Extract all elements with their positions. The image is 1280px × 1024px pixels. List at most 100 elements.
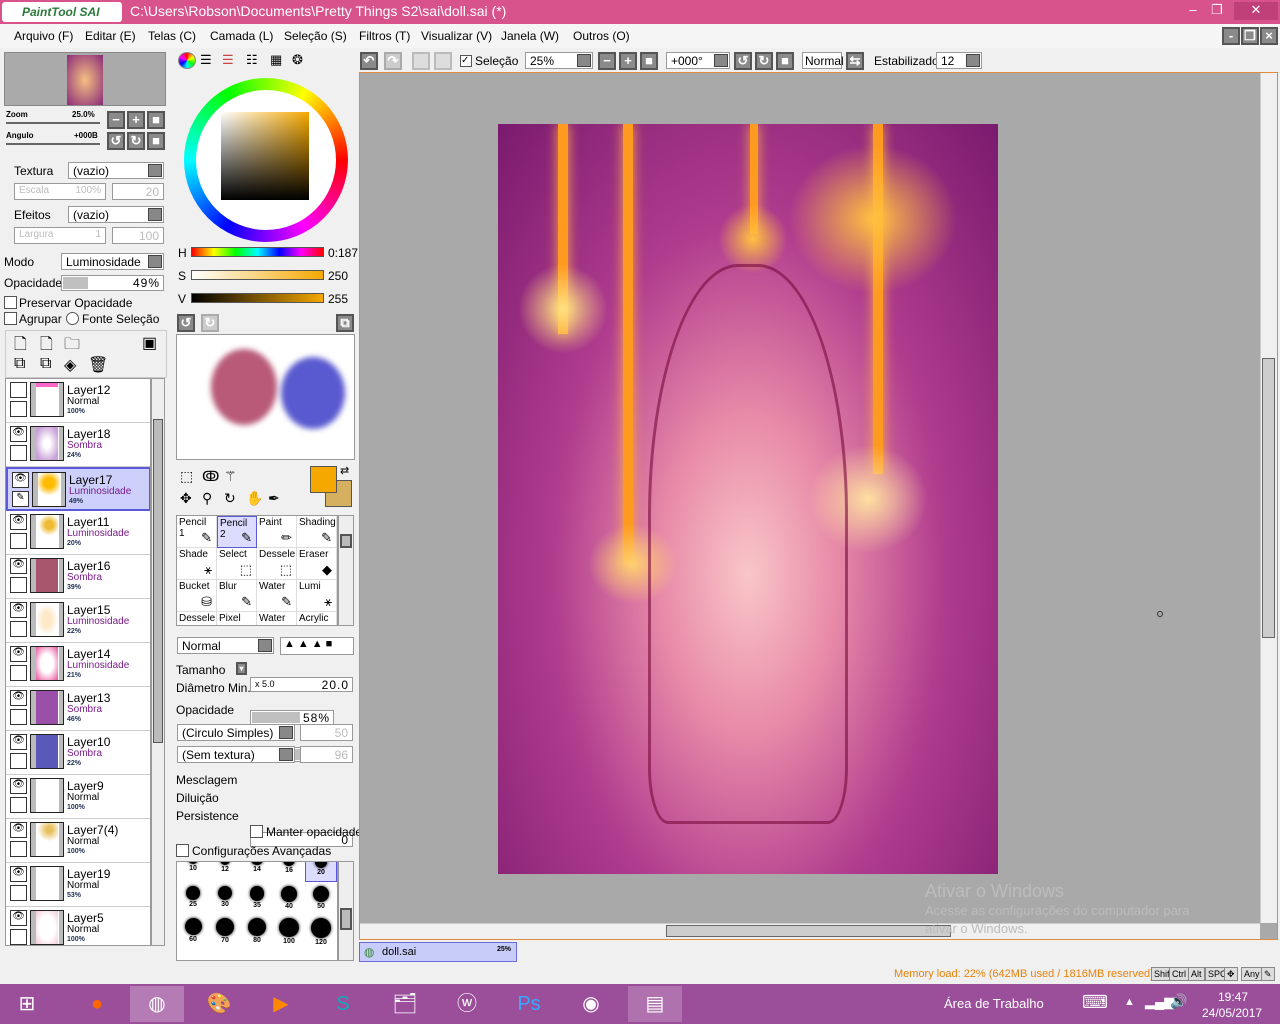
- layer-lock-toggle[interactable]: [10, 665, 27, 681]
- layer-lock-toggle[interactable]: [10, 753, 27, 769]
- navigator-preview[interactable]: [4, 52, 166, 106]
- delete-layer-icon[interactable]: 🗑: [88, 355, 108, 375]
- undo-button[interactable]: ↶: [360, 52, 378, 70]
- color-wheel[interactable]: [184, 78, 348, 242]
- visibility-eye-icon[interactable]: 👁: [10, 734, 27, 750]
- brush-size-preset[interactable]: 12: [209, 862, 241, 882]
- swatches-tab-icon[interactable]: ☷: [246, 52, 258, 68]
- flip-button[interactable]: ⇆: [846, 52, 864, 70]
- zoom-out-button[interactable]: −: [107, 111, 125, 129]
- visibility-eye-icon[interactable]: 👁: [10, 910, 27, 926]
- brush-texture-strength[interactable]: 96: [300, 746, 353, 763]
- brush-size-preset[interactable]: 40: [273, 882, 305, 914]
- magic-wand-icon[interactable]: ⚚: [224, 468, 237, 485]
- visibility-eye-icon[interactable]: 👁: [10, 866, 27, 882]
- brush-shape-select[interactable]: (Circulo Simples): [177, 724, 295, 741]
- modifier-key-4[interactable]: ✥: [1224, 967, 1238, 981]
- saturation-value-square[interactable]: [221, 112, 309, 200]
- menu-filters[interactable]: Filtros (T): [359, 29, 410, 43]
- menu-canvas[interactable]: Telas (C): [148, 29, 196, 43]
- brush-blend-select[interactable]: Normal: [177, 637, 274, 654]
- tool-slot[interactable]: Water ✎: [257, 580, 297, 612]
- layer-row[interactable]: 👁 Layer9 Normal 100%: [6, 775, 150, 819]
- visibility-eye-icon[interactable]: 👁: [10, 778, 27, 794]
- brush-texture-select[interactable]: (Sem textura): [177, 746, 295, 763]
- layer-lock-toggle[interactable]: [10, 841, 27, 857]
- layer-scrollbar[interactable]: [151, 378, 165, 946]
- visibility-eye-icon[interactable]: 👁: [10, 558, 27, 574]
- zoom-reset-button[interactable]: ■: [147, 111, 165, 129]
- layer-lock-toggle[interactable]: [10, 621, 27, 637]
- tool-slot[interactable]: Shade ⚹: [177, 548, 217, 580]
- artwork-canvas[interactable]: [498, 124, 998, 874]
- visibility-eye-icon[interactable]: 👁: [10, 690, 27, 706]
- maximize-button[interactable]: ❐: [1206, 2, 1228, 20]
- effects-width-field[interactable]: Largura 1: [14, 227, 106, 244]
- doc-close-button[interactable]: ×: [1260, 27, 1278, 45]
- color-wheel-tab-icon[interactable]: [178, 52, 196, 69]
- menu-file[interactable]: Arquivo (F): [14, 29, 73, 43]
- menu-edit[interactable]: Editar (E): [85, 29, 136, 43]
- layer-row[interactable]: 👁 Layer19 Normal 53%: [6, 863, 150, 907]
- layer-lock-toggle[interactable]: [10, 533, 27, 549]
- brush-size-preset[interactable]: 30: [209, 882, 241, 914]
- tool-slot[interactable]: Pencil 2 ✎: [217, 516, 257, 548]
- clock-date[interactable]: 24/05/2017: [1202, 1006, 1262, 1020]
- tool-slot[interactable]: Water: [257, 612, 297, 625]
- primary-color-swatch[interactable]: [310, 466, 337, 493]
- menu-selection[interactable]: Seleção (S): [284, 29, 347, 43]
- texture-strength-field[interactable]: 20: [112, 183, 164, 200]
- doc-minimize-button[interactable]: -: [1222, 27, 1240, 45]
- tool-slot[interactable]: Lumi ⚹: [297, 580, 337, 612]
- horizontal-scroll-thumb[interactable]: [666, 925, 951, 937]
- preserve-opacity-checkbox[interactable]: [4, 296, 17, 309]
- stabilizer-select[interactable]: 12: [936, 52, 982, 69]
- menu-layer[interactable]: Camada (L): [210, 29, 273, 43]
- value-slider[interactable]: [191, 293, 324, 303]
- tool-slot[interactable]: Dessele: [177, 612, 217, 625]
- scratchpad-tab-icon[interactable]: ▦: [270, 52, 282, 68]
- size-slider[interactable]: x 5.0 20.0: [250, 677, 353, 692]
- vertical-scrollbar[interactable]: [1260, 73, 1277, 923]
- doc-restore-button[interactable]: ❐: [1241, 27, 1259, 45]
- toolbar-zoom-in-button[interactable]: +: [619, 52, 637, 70]
- rotate-icon[interactable]: ↻: [224, 490, 236, 507]
- brush-size-preset[interactable]: 10: [177, 862, 209, 882]
- zoom-select[interactable]: 25%: [525, 52, 593, 69]
- brush-size-preset[interactable]: 60: [177, 914, 209, 946]
- size-range-button[interactable]: ▾: [236, 662, 247, 675]
- firefox-icon[interactable]: ●: [70, 986, 124, 1022]
- layer-lock-toggle[interactable]: [10, 797, 27, 813]
- layer-row[interactable]: 👁 ✎ Layer17 Luminosidade 49%: [6, 467, 150, 511]
- layer-row[interactable]: 👁 Layer13 Sombra 46%: [6, 687, 150, 731]
- zoom-in-button[interactable]: +: [127, 111, 145, 129]
- tool-slot[interactable]: Eraser ◆: [297, 548, 337, 580]
- obs-icon[interactable]: ◉: [564, 986, 618, 1022]
- selection-source-radio[interactable]: [66, 312, 79, 325]
- layer-lock-toggle[interactable]: [10, 445, 27, 461]
- scratchpad-clear-button[interactable]: ⧉: [336, 314, 354, 332]
- edit-pen-icon[interactable]: ✎: [12, 491, 29, 507]
- layer-lock-toggle[interactable]: [10, 577, 27, 593]
- brush-size-preset[interactable]: 80: [241, 914, 273, 946]
- zoom-icon[interactable]: ⚲: [202, 490, 212, 507]
- layer-row[interactable]: 👁 Layer11 Luminosidade 20%: [6, 511, 150, 555]
- zoom-slider[interactable]: [6, 122, 100, 124]
- mixer-tab-icon[interactable]: ❂: [292, 52, 303, 68]
- modifier-key-6[interactable]: ✎: [1261, 967, 1275, 981]
- windows-start-icon[interactable]: ⊞: [0, 986, 54, 1022]
- invert-selection-button[interactable]: [434, 52, 452, 70]
- brush-size-preset[interactable]: 100: [273, 914, 305, 946]
- tool-scrollbar[interactable]: [338, 515, 354, 626]
- tool-slot[interactable]: Pixel: [217, 612, 257, 625]
- modifier-key-2[interactable]: Alt: [1188, 967, 1205, 981]
- brush-size-preset[interactable]: 35: [241, 882, 273, 914]
- brush-size-preset[interactable]: 16: [273, 862, 305, 882]
- brush-size-scrollbar[interactable]: [338, 861, 354, 961]
- brush-shape-strength[interactable]: 50: [300, 724, 353, 741]
- brush-size-preset[interactable]: 70: [209, 914, 241, 946]
- brush-size-scroll-thumb[interactable]: [340, 908, 352, 930]
- tool-slot[interactable]: Acrylic: [297, 612, 337, 625]
- clock-time[interactable]: 19:47: [1218, 990, 1248, 1004]
- visibility-eye-icon[interactable]: [10, 382, 27, 398]
